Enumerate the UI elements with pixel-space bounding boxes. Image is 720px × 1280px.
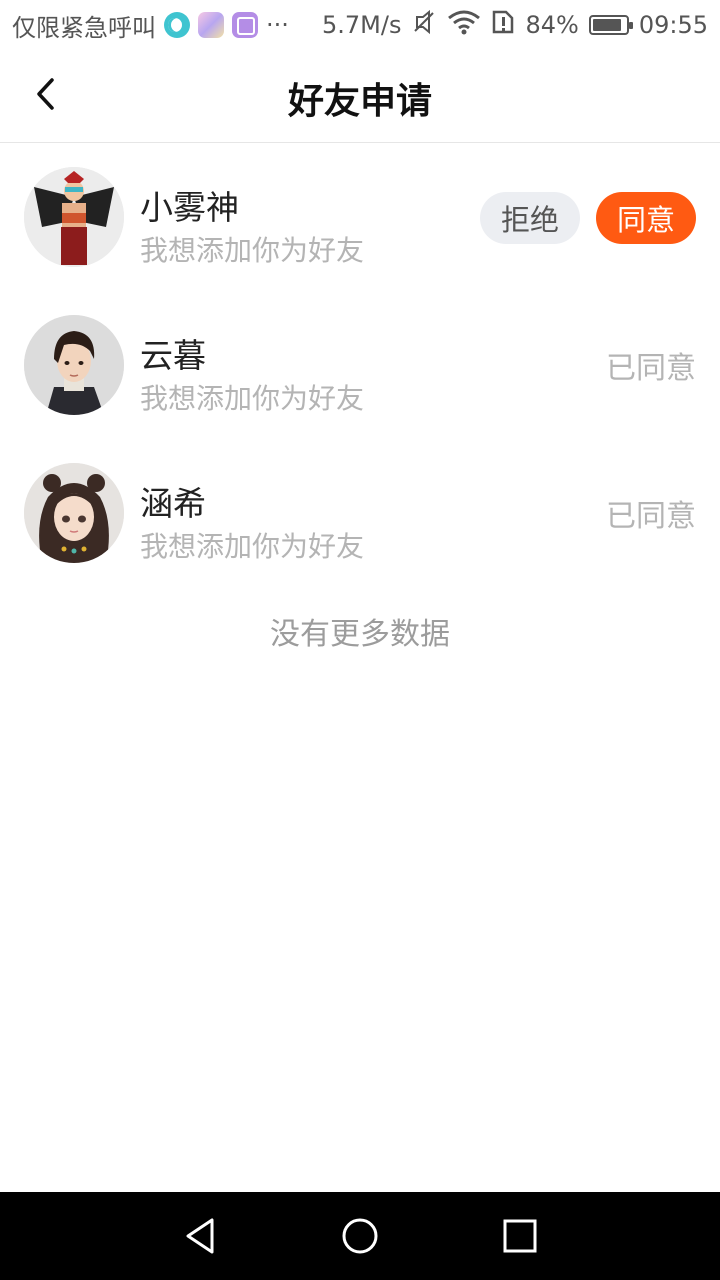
accepted-status: 已同意 (606, 351, 696, 386)
system-nav-bar (0, 1192, 720, 1280)
requester-name: 涵希 (140, 484, 206, 523)
gallery-app-icon (232, 12, 258, 38)
status-bar: 仅限紧急呼叫 ··· 5.7M/s 84% 09:55 (0, 0, 720, 50)
request-message: 我想添加你为好友 (140, 234, 365, 267)
wifi-icon (447, 9, 481, 41)
requester-name: 云暮 (140, 336, 206, 375)
game-app-icon (198, 12, 224, 38)
friend-request-list: 小雾神 我想添加你为好友 拒绝 同意 云暮 我想添加你为好友 已同意 涵希 我想… (0, 143, 720, 587)
avatar[interactable] (24, 315, 124, 415)
friend-request-row: 云暮 我想添加你为好友 已同意 (0, 291, 720, 439)
network-speed: 5.7M/s (322, 11, 402, 39)
avatar[interactable] (24, 167, 124, 267)
header: 好友申请 (0, 50, 720, 143)
status-left: 仅限紧急呼叫 ··· (12, 8, 289, 43)
sim-alert-icon (491, 9, 515, 41)
home-circle-icon[interactable] (334, 1210, 386, 1262)
request-message: 我想添加你为好友 (140, 382, 365, 415)
moon-app-icon (164, 12, 190, 38)
reject-button[interactable]: 拒绝 (480, 192, 580, 244)
avatar[interactable] (24, 463, 124, 563)
clock: 09:55 (638, 11, 708, 39)
back-triangle-icon[interactable] (174, 1210, 226, 1262)
carrier-text: 仅限紧急呼叫 (12, 13, 156, 42)
recents-square-icon[interactable] (494, 1210, 546, 1262)
page-title: 好友申请 (287, 81, 432, 122)
requester-name: 小雾神 (140, 188, 239, 227)
accepted-status: 已同意 (606, 499, 696, 534)
accept-button[interactable]: 同意 (596, 192, 696, 244)
status-right: 5.7M/s 84% 09:55 (322, 9, 708, 41)
mute-icon (411, 9, 437, 41)
battery-icon (588, 15, 633, 35)
request-message: 我想添加你为好友 (140, 530, 365, 563)
friend-request-row: 涵希 我想添加你为好友 已同意 (0, 439, 720, 587)
friend-request-row: 小雾神 我想添加你为好友 拒绝 同意 (0, 143, 720, 291)
more-notifications-icon: ··· (266, 11, 289, 39)
battery-percent: 84% (525, 11, 579, 39)
no-more-data-text: 没有更多数据 (270, 617, 450, 652)
